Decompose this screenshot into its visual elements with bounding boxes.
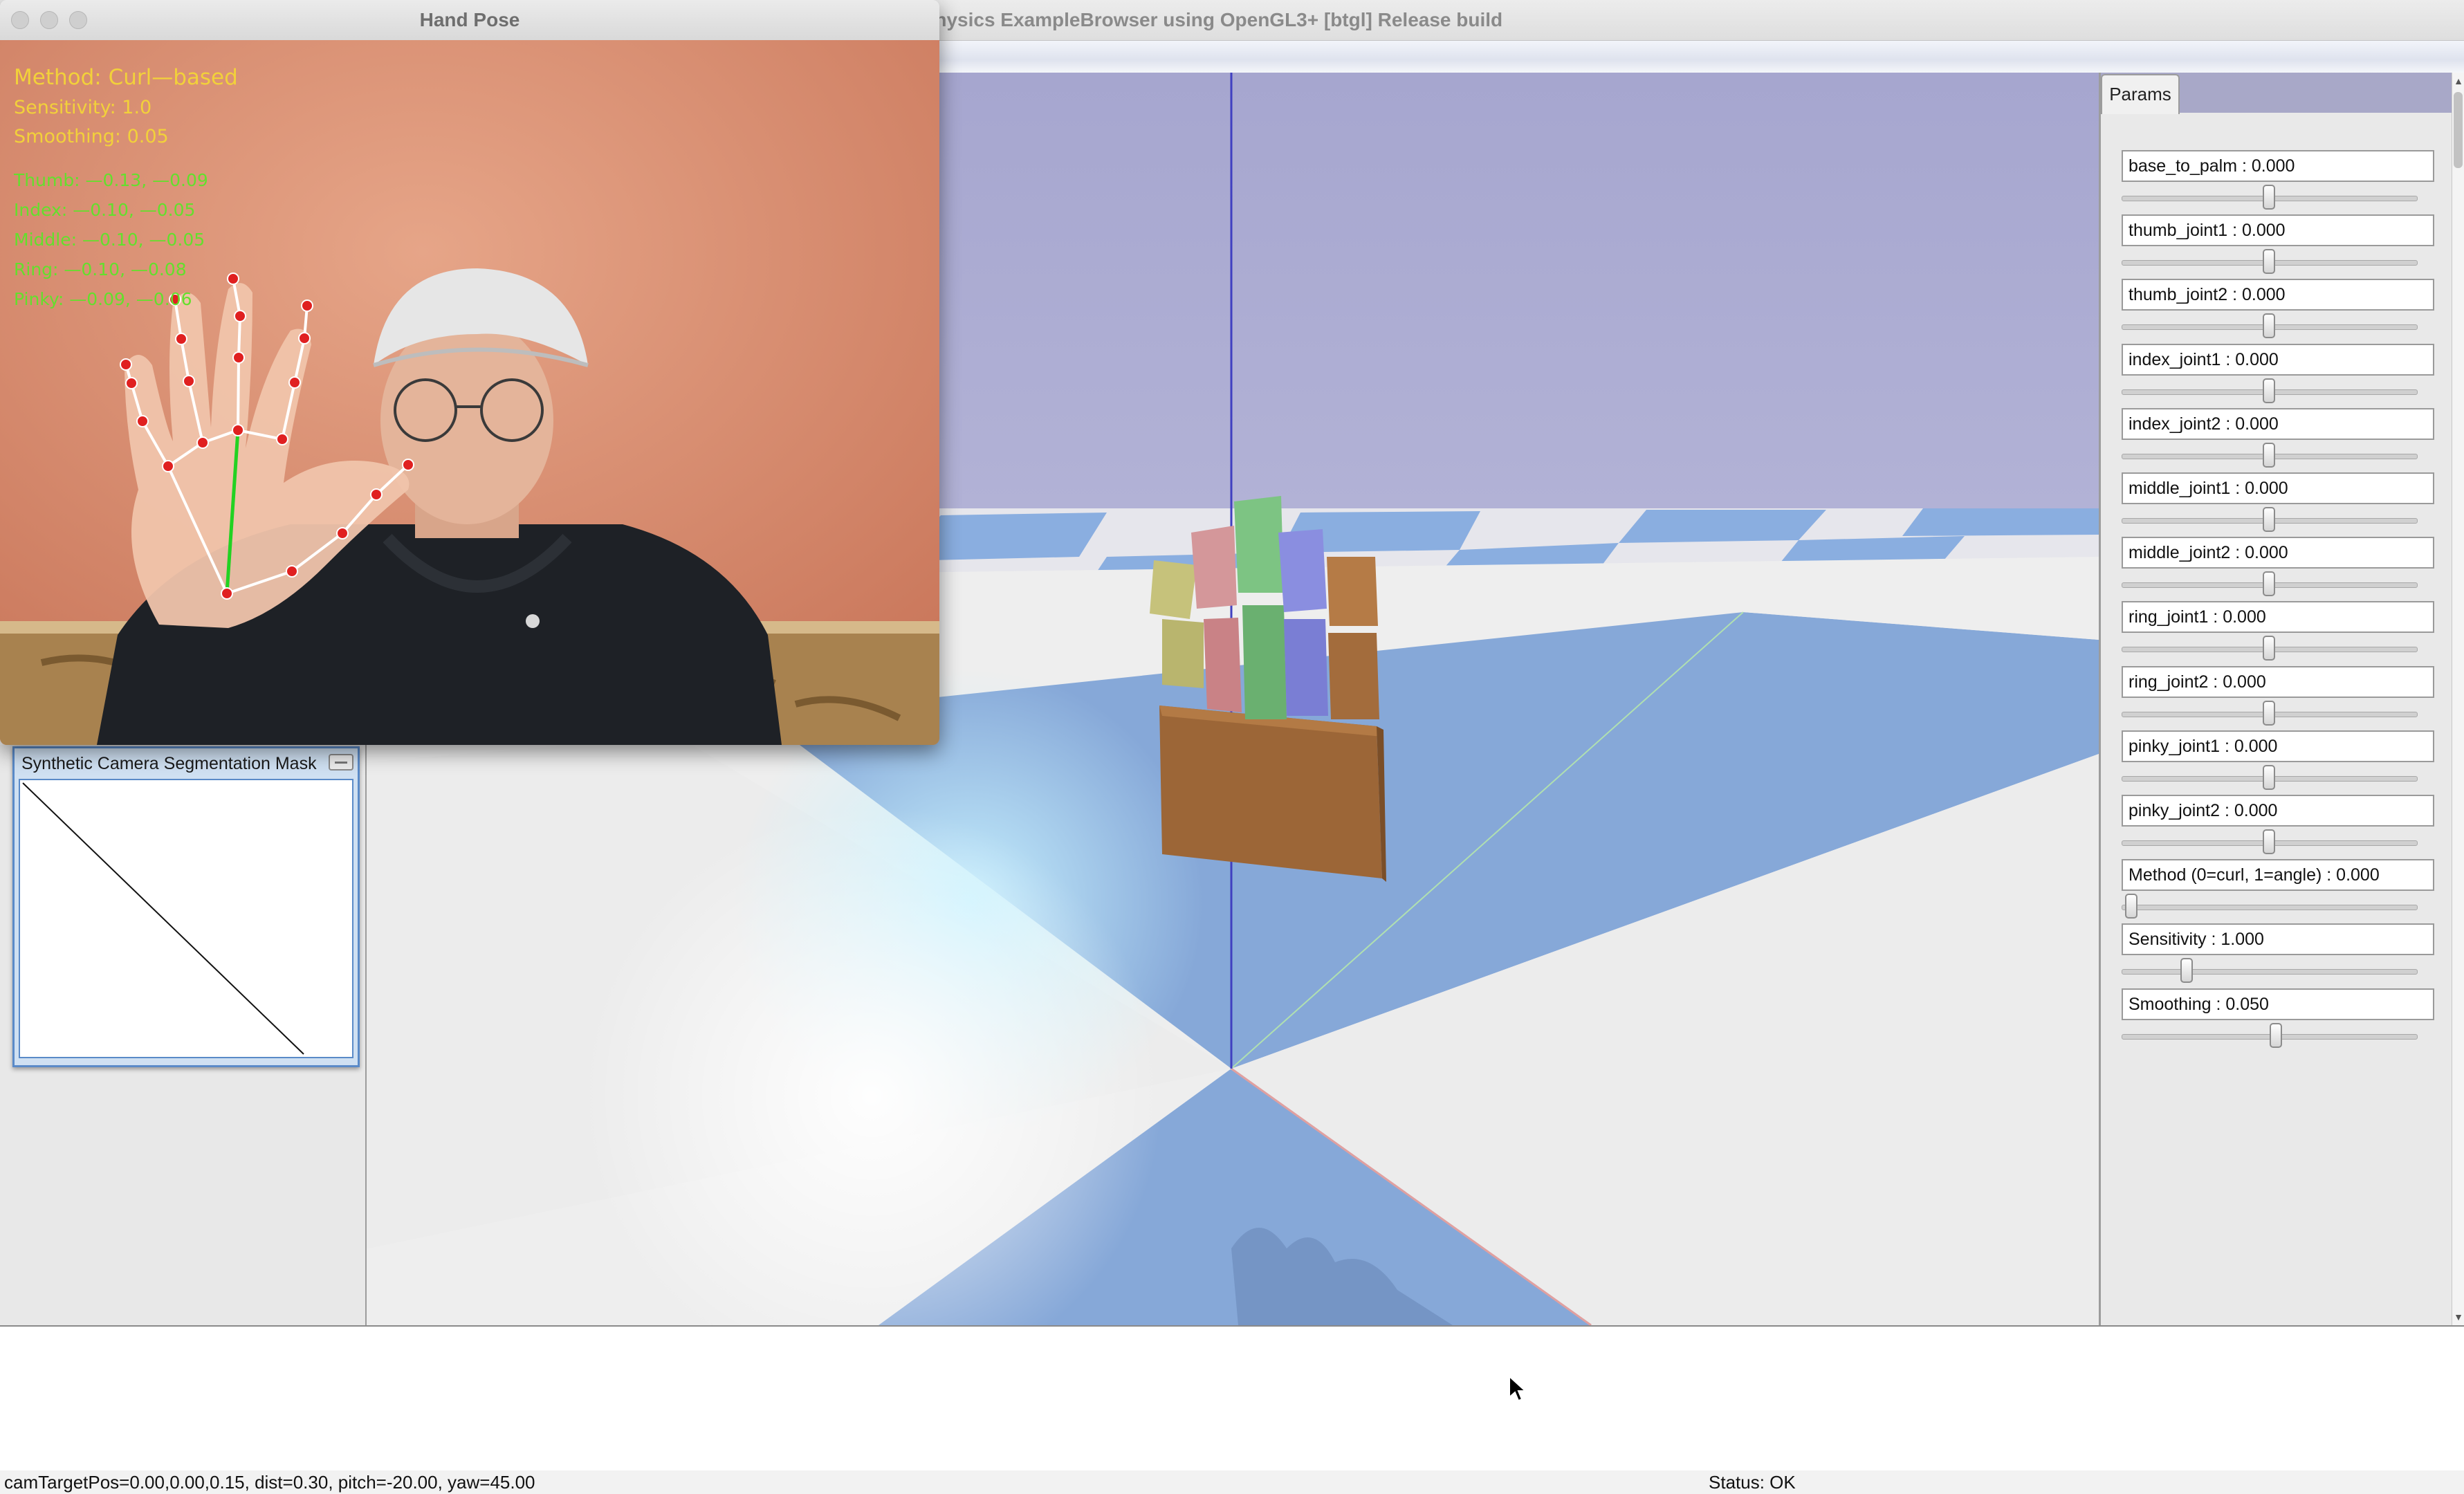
param-slider-thumb[interactable]: [2263, 313, 2275, 339]
console-output[interactable]: [0, 1325, 2464, 1472]
scroll-up-arrow-icon[interactable]: ▲: [2452, 73, 2464, 89]
param-value-field[interactable]: thumb_joint1 : 0.000: [2122, 214, 2434, 247]
param-value-field[interactable]: ring_joint1 : 0.000: [2122, 601, 2434, 634]
params-tab-bar: Params: [2101, 73, 2454, 114]
param-slider-thumb[interactable]: [2263, 249, 2275, 275]
param-row: middle_joint1 : 0.000: [2122, 472, 2451, 537]
segmentation-mask-canvas: [19, 779, 353, 1058]
param-row: index_joint1 : 0.000: [2122, 343, 2451, 408]
overlay-middle: Middle: —0.10, —0.05: [14, 230, 205, 250]
hand-pose-window[interactable]: Hand Pose Method: Curl—based Sensitivity…: [0, 0, 939, 745]
param-row: pinky_joint2 : 0.000: [2122, 795, 2451, 859]
param-value-field[interactable]: Sensitivity : 1.000: [2122, 923, 2434, 956]
overlay-smoothing: Smoothing: 0.05: [14, 126, 169, 147]
param-row: ring_joint2 : 0.000: [2122, 665, 2451, 730]
param-slider-thumb[interactable]: [2263, 700, 2275, 726]
param-row: index_joint2 : 0.000: [2122, 407, 2451, 472]
status-text: Status: OK: [1709, 1472, 1796, 1493]
param-value-field[interactable]: ring_joint2 : 0.000: [2122, 665, 2434, 698]
param-row: pinky_joint1 : 0.000: [2122, 730, 2451, 795]
minimize-button[interactable]: [329, 754, 353, 771]
param-slider-track[interactable]: [2122, 905, 2418, 911]
params-scrollbar[interactable]: ▲ ▼: [2452, 73, 2464, 1325]
webcam-feed: Method: Curl—based Sensitivity: 1.0 Smoo…: [0, 40, 939, 745]
param-value-field[interactable]: index_joint1 : 0.000: [2122, 343, 2434, 376]
param-slider-thumb[interactable]: [2263, 829, 2275, 854]
param-slider-thumb[interactable]: [2263, 442, 2275, 468]
segmentation-window-title: Synthetic Camera Segmentation Mask: [21, 754, 317, 773]
overlay-ring: Ring: —0.10, —0.08: [14, 259, 187, 279]
param-row: Sensitivity : 1.000: [2122, 923, 2451, 988]
scroll-thumb[interactable]: [2454, 92, 2463, 168]
param-value-field[interactable]: Smoothing : 0.050: [2122, 988, 2434, 1020]
param-slider-thumb[interactable]: [2263, 764, 2275, 790]
param-row: Method (0=curl, 1=angle) : 0.000: [2122, 859, 2451, 923]
mask-diagonal: [22, 782, 304, 1055]
param-slider-thumb[interactable]: [2263, 571, 2275, 597]
params-panel: Params base_to_palm : 0.000 thumb_joint1 …: [2099, 73, 2454, 1325]
overlay-index: Index: —0.10, —0.05: [14, 200, 196, 220]
param-value-field[interactable]: index_joint2 : 0.000: [2122, 407, 2434, 440]
param-row: ring_joint1 : 0.000: [2122, 601, 2451, 665]
param-value-field[interactable]: middle_joint1 : 0.000: [2122, 472, 2434, 504]
hand-pose-titlebar[interactable]: Hand Pose: [0, 0, 939, 41]
param-slider-thumb[interactable]: [2263, 378, 2275, 403]
param-row: thumb_joint1 : 0.000: [2122, 214, 2451, 279]
param-value-field[interactable]: base_to_palm : 0.000: [2122, 150, 2434, 182]
param-value-field[interactable]: pinky_joint1 : 0.000: [2122, 730, 2434, 762]
param-slider-thumb[interactable]: [2263, 636, 2275, 661]
overlay-pinky: Pinky: —0.09, —0.06: [14, 289, 192, 309]
tab-params[interactable]: Params: [2101, 74, 2180, 114]
param-slider-thumb[interactable]: [2125, 894, 2137, 919]
param-slider-track[interactable]: [2122, 969, 2418, 975]
mouse-cursor-icon: [1509, 1375, 1527, 1402]
param-value-field[interactable]: thumb_joint2 : 0.000: [2122, 279, 2434, 311]
segmentation-mask-window[interactable]: Synthetic Camera Segmentation Mask: [12, 746, 360, 1067]
scroll-down-arrow-icon[interactable]: ▼: [2452, 1309, 2464, 1325]
param-value-field[interactable]: middle_joint2 : 0.000: [2122, 537, 2434, 569]
param-slider-thumb[interactable]: [2263, 507, 2275, 532]
overlay-sensitivity: Sensitivity: 1.0: [14, 97, 152, 118]
param-row: base_to_palm : 0.000: [2122, 150, 2451, 214]
param-row: thumb_joint2 : 0.000: [2122, 279, 2451, 343]
param-row: middle_joint2 : 0.000: [2122, 537, 2451, 601]
param-value-field[interactable]: pinky_joint2 : 0.000: [2122, 795, 2434, 827]
overlay-method: Method: Curl—based: [14, 65, 238, 90]
param-row: Smoothing : 0.050: [2122, 988, 2451, 1053]
overlay-thumb: Thumb: —0.13, —0.09: [14, 170, 208, 190]
param-slider-thumb[interactable]: [2263, 185, 2275, 210]
camera-readout: camTargetPos=0.00,0.00,0.15, dist=0.30, …: [4, 1472, 535, 1493]
param-slider-thumb[interactable]: [2269, 1022, 2282, 1048]
hand-pose-title: Hand Pose: [419, 9, 520, 30]
param-value-field[interactable]: Method (0=curl, 1=angle) : 0.000: [2122, 859, 2434, 892]
param-slider-thumb[interactable]: [2180, 958, 2193, 984]
status-bar: camTargetPos=0.00,0.00,0.15, dist=0.30, …: [0, 1470, 2464, 1494]
main-window-title: et Physics ExampleBrowser using OpenGL3+…: [899, 9, 1503, 30]
